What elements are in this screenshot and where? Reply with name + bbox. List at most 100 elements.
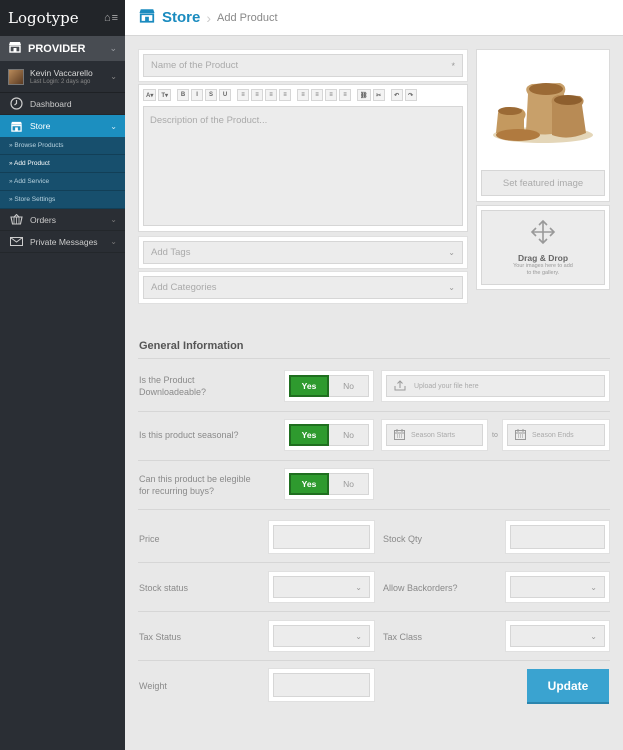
toolbar-button[interactable]: S [205, 89, 218, 101]
sidebar-item-dashboard[interactable]: Dashboard [0, 93, 125, 115]
logo: Logotype [8, 9, 79, 27]
seasonal-toggle: Yes No [284, 419, 374, 451]
storefront-icon [8, 121, 24, 132]
toolbar-button[interactable]: ≡ [339, 89, 352, 101]
tax-class-wrap: ⌄ [505, 620, 610, 652]
toolbar-button[interactable]: U [219, 89, 232, 101]
chevron-down-icon: ⌄ [355, 631, 362, 641]
logo-bar: Logotype ⌂≡ [0, 0, 125, 36]
stock-qty-label: Stock Qty [383, 534, 423, 544]
store-submenu: » Browse Products » Add Product » Add Se… [0, 137, 125, 209]
toolbar-button[interactable]: ↶ [390, 89, 403, 101]
toggle-yes[interactable]: Yes [289, 375, 329, 397]
sidebar-item-label: Store [30, 121, 51, 131]
chevron-down-icon: ⌄ [355, 582, 362, 592]
sidebar-item-label: Dashboard [30, 98, 72, 109]
submenu-add-product[interactable]: » Add Product [0, 155, 125, 173]
toggle-no[interactable]: No [329, 473, 369, 495]
user-profile[interactable]: Kevin Vaccarello Last Login: 2 days ago … [0, 61, 125, 93]
toolbar-button[interactable]: ≡ [325, 89, 338, 101]
chevron-down-icon: ⌄ [110, 215, 117, 224]
stock-status-select[interactable]: ⌄ [273, 576, 370, 598]
storefront-icon [138, 8, 156, 28]
toggle-no[interactable]: No [329, 375, 369, 397]
toolbar-button[interactable]: ≡ [237, 89, 250, 101]
sidebar-item-private-messages[interactable]: Private Messages ⌄ [0, 231, 125, 253]
tags-select[interactable]: Add Tags ⌄ [143, 241, 463, 264]
season-ends-input[interactable]: Season Ends [507, 424, 605, 446]
divider [138, 611, 610, 612]
categories-select[interactable]: Add Categories ⌄ [143, 276, 463, 299]
submenu-add-service[interactable]: » Add Service [0, 173, 125, 191]
tax-status-select[interactable]: ⌄ [273, 625, 370, 647]
chevron-down-icon: ⌄ [110, 237, 117, 246]
storefront-icon [8, 41, 22, 56]
section-heading: General Information [139, 340, 244, 352]
weight-input[interactable] [273, 673, 370, 697]
toolbar-button[interactable]: ↷ [404, 89, 417, 101]
user-name: Kevin Vaccarello [30, 67, 93, 78]
page-title[interactable]: Store [162, 9, 200, 26]
submenu-browse-products[interactable]: » Browse Products [0, 137, 125, 155]
required-mark: * [451, 60, 455, 71]
toolbar-button[interactable]: ≡ [265, 89, 278, 101]
divider [138, 660, 610, 661]
toggle-no[interactable]: No [329, 424, 369, 446]
weight-label: Weight [139, 681, 167, 691]
seasonal-label: Is this product seasonal? [139, 430, 239, 440]
toolbar-button[interactable]: ✂ [372, 89, 385, 101]
tax-class-select[interactable]: ⌄ [510, 625, 605, 647]
sidebar: Logotype ⌂≡ PROVIDER ⌄ Kevin Vaccarello … [0, 0, 125, 750]
sidebar-item-orders[interactable]: Orders ⌄ [0, 209, 125, 231]
stock-qty-input[interactable] [510, 525, 605, 549]
provider-label: PROVIDER [28, 42, 86, 55]
recurring-label-1: Can this product be elegible [139, 474, 251, 484]
upload-file-input[interactable]: Upload your file here [386, 375, 605, 397]
drag-drop-zone[interactable]: Drag & Drop Your images here to add to t… [481, 210, 605, 285]
price-input[interactable] [273, 525, 370, 549]
toolbar-button[interactable]: B [177, 89, 190, 101]
avatar [8, 68, 24, 85]
breadcrumb: Add Product [217, 11, 278, 24]
provider-header[interactable]: PROVIDER ⌄ [0, 36, 125, 61]
set-featured-image-button[interactable]: Set featured image [481, 170, 605, 196]
drag-drop-sub-1: Your images here to add [513, 262, 573, 269]
toolbar-button[interactable]: ⛓ [357, 89, 371, 101]
product-name-input[interactable]: Name of the Product * [143, 54, 463, 77]
description-textarea[interactable]: Description of the Product... [143, 106, 463, 226]
stock-status-label: Stock status [139, 583, 189, 593]
season-starts-wrap: Season Starts [381, 419, 488, 451]
basket-icon [8, 214, 24, 225]
allow-backorders-select[interactable]: ⌄ [510, 576, 605, 598]
toggle-yes[interactable]: Yes [289, 473, 329, 495]
categories-wrap: Add Categories ⌄ [138, 271, 468, 304]
tags-placeholder: Add Tags [151, 247, 191, 258]
toolbar-button[interactable]: A▾ [143, 89, 157, 101]
toolbar-button[interactable]: ≡ [251, 89, 264, 101]
price-label: Price [139, 534, 160, 544]
toolbar-button[interactable]: ≡ [297, 89, 310, 101]
divider [138, 509, 610, 510]
toolbar-button[interactable]: ≡ [279, 89, 292, 101]
calendar-icon [394, 428, 405, 442]
toolbar-button[interactable]: I [191, 89, 204, 101]
clock-icon [8, 97, 24, 110]
drag-drop-panel: Drag & Drop Your images here to add to t… [476, 205, 610, 290]
sidebar-item-store[interactable]: Store ⌄ [0, 115, 125, 137]
chevron-down-icon: ⌄ [110, 72, 117, 81]
downloadable-label-2: Downloadeable? [139, 386, 207, 397]
upload-wrap: Upload your file here [381, 370, 610, 402]
toggle-yes[interactable]: Yes [289, 424, 329, 446]
update-button[interactable]: Update [527, 669, 609, 704]
submenu-store-settings[interactable]: » Store Settings [0, 191, 125, 209]
envelope-icon [8, 237, 24, 246]
season-ends-wrap: Season Ends [502, 419, 610, 451]
season-starts-input[interactable]: Season Starts [386, 424, 483, 446]
toolbar-button[interactable]: ≡ [311, 89, 324, 101]
home-menu-icons[interactable]: ⌂≡ [104, 12, 119, 24]
upload-icon [394, 379, 406, 393]
stock-qty-wrap [505, 520, 610, 554]
categories-placeholder: Add Categories [151, 282, 217, 293]
chevron-down-icon: ⌄ [590, 631, 597, 641]
toolbar-button[interactable]: T▾ [158, 89, 172, 101]
